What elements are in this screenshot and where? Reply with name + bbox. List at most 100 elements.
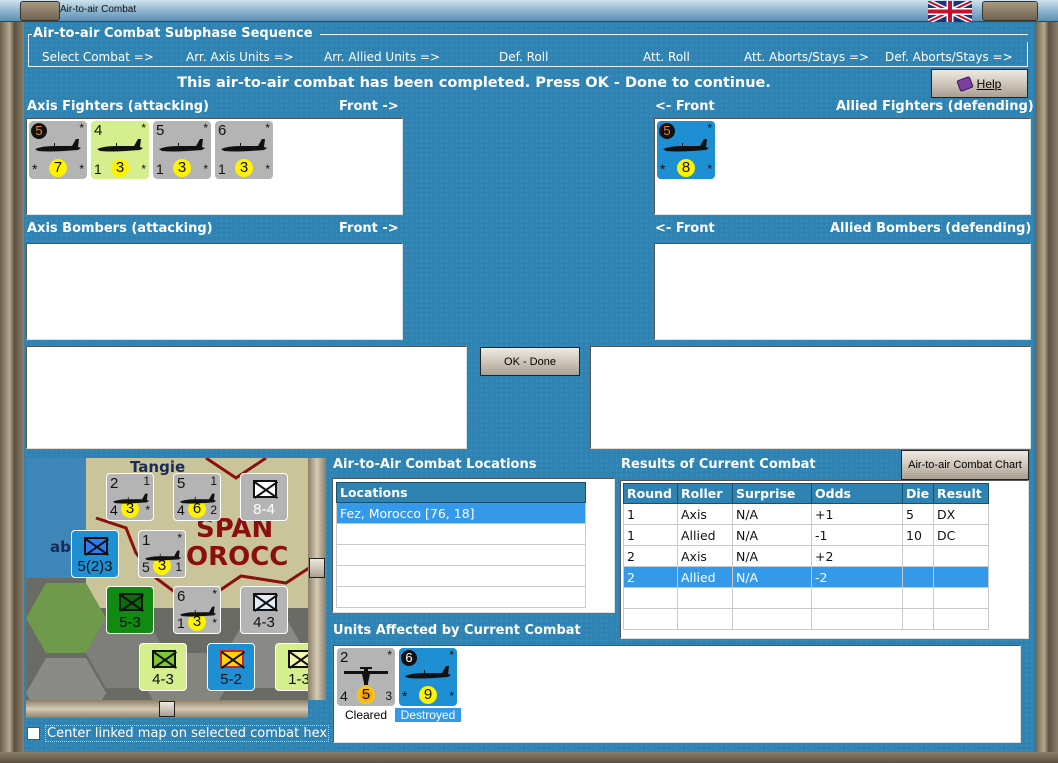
table-cell (902, 608, 934, 630)
center-map-label[interactable]: Center linked map on selected combat hex (45, 725, 330, 742)
table-row[interactable]: 1 Allied N/A -1 10 DC (623, 524, 989, 546)
tr-label: * (265, 121, 270, 135)
table-row[interactable]: 1 Axis N/A +1 5 DX (623, 503, 989, 525)
map-unit[interactable]: 5-3 (106, 586, 154, 634)
bl-label: 4 (340, 688, 348, 704)
unit-counter[interactable]: 4 * 1 3 * (91, 121, 149, 179)
unit-counter[interactable]: 5 * 1 3 * (153, 121, 211, 179)
results-table: Round Roller Surprise Odds Die Result 1 Axis N/A… (623, 483, 989, 630)
table-cell (732, 587, 812, 609)
plane-icon (179, 493, 217, 504)
status-message: This air-to-air combat has been complete… (177, 75, 771, 91)
table-cell (811, 608, 903, 630)
window-frame-bottom (0, 752, 1058, 763)
table-cell: Axis (677, 503, 733, 525)
table-row[interactable]: 2 Allied N/A -2 (623, 566, 989, 588)
step-att-aborts: Att. Aborts/Stays => (744, 50, 870, 64)
bl-label: 1 (218, 161, 226, 177)
tr-label: * (449, 648, 454, 662)
unit-counter[interactable]: 6 * 1 3 * (215, 121, 273, 179)
map-vertical-scrollbar[interactable] (308, 458, 326, 700)
location-row[interactable]: Fez, Morocco [76, 18] (336, 502, 586, 524)
location-row-empty (336, 565, 586, 587)
axis-fighters-label: Axis Fighters (attacking) (27, 99, 209, 114)
range-circle: 5 (357, 686, 375, 704)
close-button[interactable] (982, 1, 1038, 21)
axis-fighters-box[interactable]: 5 * * 7 * 4 * 1 3 * 5 * 1 3 * 6 * 1 3 * (26, 118, 403, 215)
table-cell (933, 545, 989, 567)
tr-label: * (203, 121, 208, 135)
tr-label: * (177, 531, 182, 545)
strength-label: 5 (177, 475, 186, 492)
tr-label: * (707, 121, 712, 135)
bl-label: * (660, 161, 666, 177)
br-label: * (449, 689, 454, 703)
table-cell (902, 545, 934, 567)
strength-label: 2 (340, 649, 349, 666)
map-unit[interactable]: 8-4 (240, 473, 288, 521)
unit-counter[interactable]: 2 * 4 5 3 (337, 648, 395, 706)
unit-counter[interactable]: 6 * 1 3 * (173, 586, 221, 634)
step-select-combat: Select Combat => (42, 50, 154, 64)
table-cell: N/A (732, 503, 812, 525)
table-cell: Allied (677, 566, 733, 588)
help-button-label: Help (976, 76, 1002, 91)
minimize-button[interactable] (20, 1, 60, 21)
unit-counter[interactable]: 1 * 5 3 1 (138, 530, 186, 578)
map-unit[interactable]: 4-3 (139, 643, 187, 691)
map-unit[interactable]: 1-3 (275, 643, 309, 691)
step-att-roll: Att. Roll (643, 50, 690, 64)
affected-label: Units Affected by Current Combat (333, 623, 581, 638)
table-cell: Axis (677, 545, 733, 567)
axis-bombers-label: Axis Bombers (attacking) (27, 221, 213, 236)
column-header: Round (623, 483, 678, 504)
map-unit[interactable]: 5(2)3 (71, 530, 119, 578)
table-cell (623, 608, 678, 630)
axis-bombers-box[interactable] (26, 243, 403, 340)
unit-counter[interactable]: 2 1 4 3 * (106, 473, 154, 521)
strength-label: 6 (401, 650, 417, 666)
range-circle: 3 (173, 159, 191, 177)
strength-label: 2 (110, 475, 119, 492)
table-row-empty (623, 608, 989, 630)
plane-icon (97, 139, 143, 152)
range-circle: 7 (49, 159, 67, 177)
strength-label: 6 (177, 588, 186, 605)
combat-chart-button[interactable]: Air-to-air Combat Chart (901, 450, 1029, 480)
plane-icon (159, 139, 205, 152)
table-row[interactable]: 2 Axis N/A +2 (623, 545, 989, 567)
title-bar: Air-to-air Combat (0, 0, 1058, 22)
map-unit[interactable]: 5-2 (207, 643, 255, 691)
plane-icon (144, 550, 182, 561)
allied-bombers-box[interactable] (654, 243, 1031, 340)
table-cell: -1 (811, 524, 903, 546)
table-cell (933, 566, 989, 588)
center-map-checkbox[interactable] (27, 727, 40, 740)
table-row-empty (623, 587, 989, 609)
vertical-scroll-thumb[interactable] (309, 558, 325, 578)
allied-fighters-box[interactable]: 5 * * 8 * (654, 118, 1031, 215)
step-arr-axis: Arr. Axis Units => (186, 50, 294, 64)
column-header: Result (933, 483, 989, 504)
table-cell: +2 (811, 545, 903, 567)
tr-label: * (141, 121, 146, 135)
table-cell: 2 (623, 545, 678, 567)
range-circle: 9 (419, 686, 437, 704)
mini-map[interactable]: Tangie SPAN OROCC ab 8-4 5(2)3 5-3 4-3 4… (26, 458, 309, 700)
unit-counter[interactable]: 6 * * 9 * (399, 648, 457, 706)
table-cell: 5 (902, 503, 934, 525)
map-horizontal-scrollbar[interactable] (26, 700, 308, 718)
allied-fighters-label: Allied Fighters (defending) (836, 99, 1034, 114)
range-circle: 3 (235, 159, 253, 177)
ok-done-button[interactable]: OK - Done (480, 347, 580, 376)
help-button[interactable]: Help (931, 69, 1028, 98)
horizontal-scroll-thumb[interactable] (159, 701, 175, 717)
unit-counter[interactable]: 5 * * 8 * (657, 121, 715, 179)
locations-header: Locations (336, 482, 586, 503)
unit-counter[interactable]: 5 * * 7 * (29, 121, 87, 179)
unit-counter[interactable]: 51462 (173, 473, 221, 521)
axis-bombers-front-label: Front -> (339, 221, 399, 236)
bomber-icon (344, 667, 388, 685)
table-cell: N/A (732, 524, 812, 546)
map-unit[interactable]: 4-3 (240, 586, 288, 634)
